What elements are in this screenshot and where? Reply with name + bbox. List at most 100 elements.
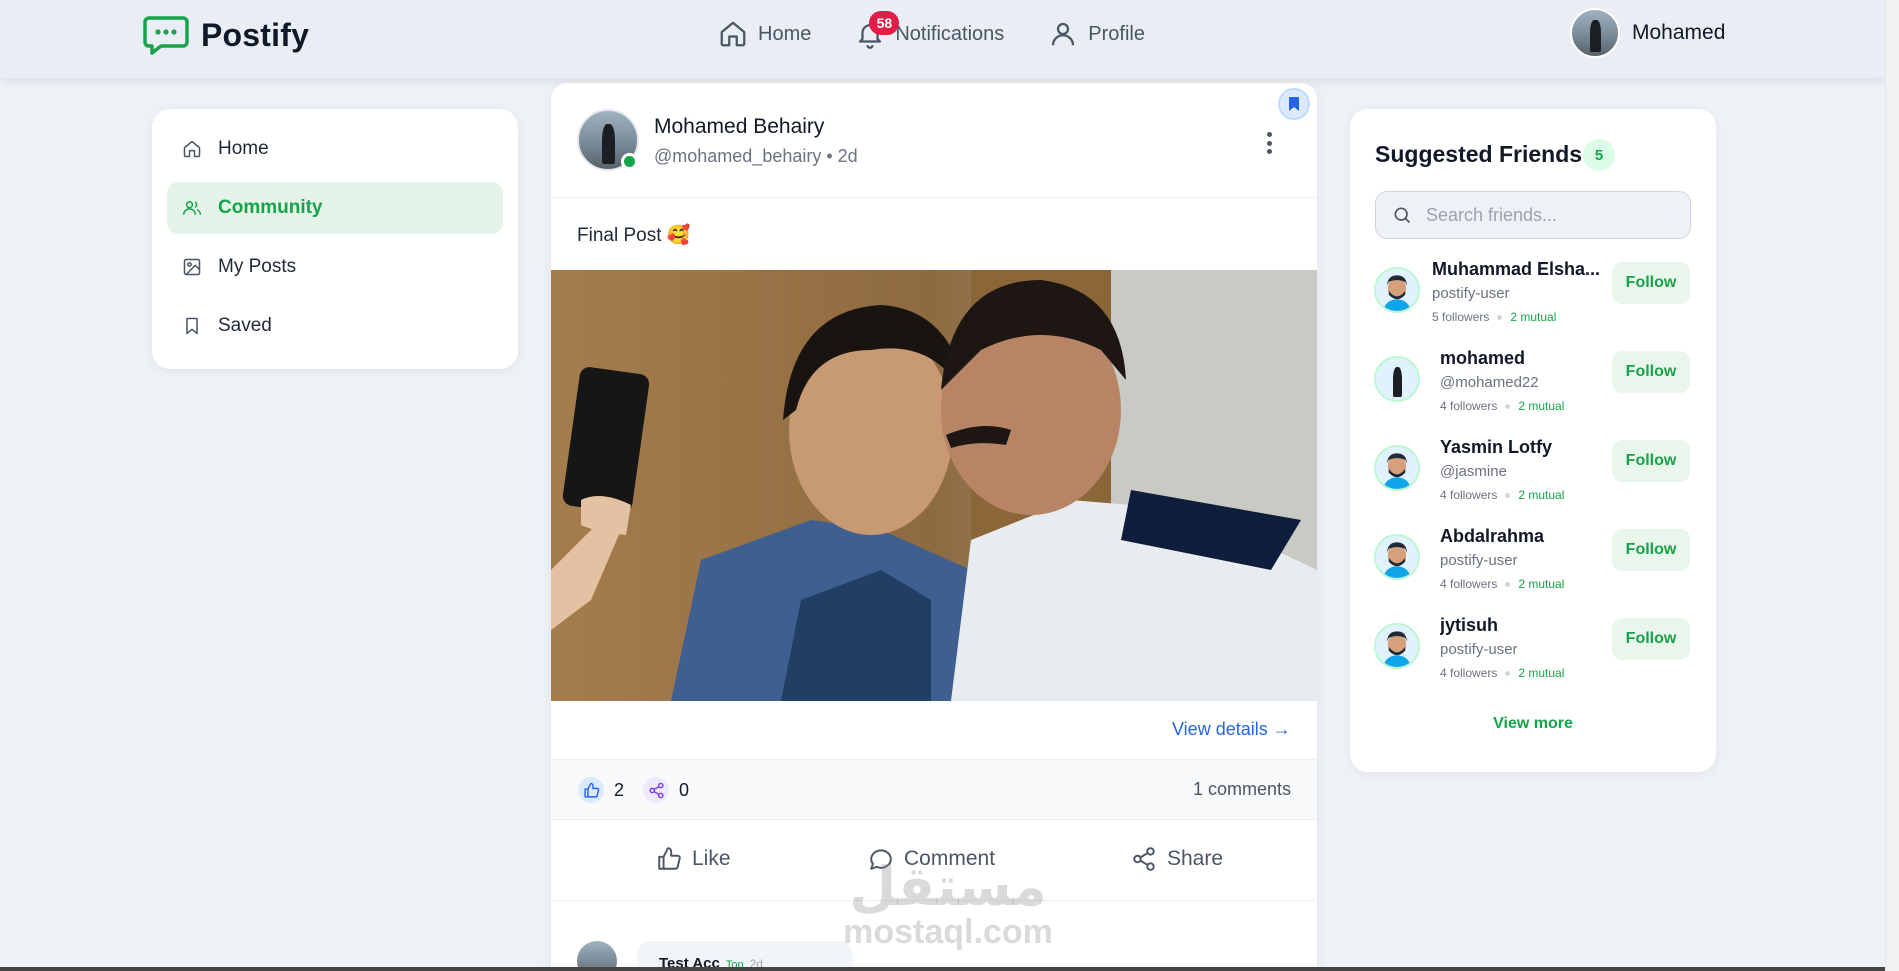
post-author-name[interactable]: Mohamed Behairy: [654, 115, 824, 139]
friend-name[interactable]: mohamed: [1440, 348, 1610, 369]
user-avatar: [1570, 8, 1620, 58]
dot-icon: [1266, 140, 1272, 146]
sidebar-item-saved[interactable]: Saved: [167, 300, 503, 352]
bitmoji-avatar: [1376, 536, 1418, 578]
friend-name[interactable]: Muhammad Elsha...: [1432, 259, 1610, 280]
home-icon: [720, 21, 746, 47]
followers-count: 4 followers: [1440, 577, 1498, 591]
followers-count: 5 followers: [1432, 310, 1490, 324]
nav-home-label: Home: [758, 22, 812, 45]
share-icon: [1133, 847, 1155, 871]
comments-count[interactable]: 1 comments: [1193, 779, 1291, 800]
shares-count: 0: [679, 779, 690, 800]
followers-count: 4 followers: [1440, 399, 1498, 413]
bottom-divider: [0, 967, 1885, 971]
share-icon: [643, 777, 669, 803]
post-stats: 2 0 1 comments: [551, 759, 1317, 820]
like-button[interactable]: Like: [656, 846, 731, 872]
friend-handle: postify-user: [1432, 285, 1510, 302]
bookmark-icon: [186, 317, 198, 335]
nav-profile-label: Profile: [1088, 22, 1145, 45]
dot-icon: [1266, 149, 1272, 154]
follow-button[interactable]: Follow: [1612, 529, 1690, 571]
like-label: Like: [692, 847, 731, 870]
view-details-link[interactable]: View details →: [1172, 719, 1291, 740]
home-icon: [183, 140, 201, 158]
sidebar-item-home[interactable]: Home: [167, 123, 503, 175]
follow-button[interactable]: Follow: [1612, 440, 1690, 482]
top-navbar: Postify Home 58 Notifications Profile Mo…: [0, 0, 1885, 78]
online-status-dot: [621, 153, 638, 170]
view-more-link[interactable]: View more: [1350, 715, 1716, 733]
friend-avatar[interactable]: [1374, 445, 1420, 491]
sidebar-item-my-posts[interactable]: My Posts: [167, 241, 503, 293]
post-text: Final Post 🥰: [577, 225, 691, 246]
comment-icon: [870, 849, 892, 870]
friend-meta: 4 followers 2 mutual: [1440, 399, 1564, 413]
post-author-meta: @mohamed_behairy • 2d: [654, 146, 858, 166]
share-label: Share: [1167, 847, 1224, 870]
left-sidebar: Home Community My Posts Saved: [152, 109, 518, 369]
friend-handle: postify-user: [1440, 552, 1518, 569]
bitmoji-avatar: [1376, 269, 1418, 311]
follow-button[interactable]: Follow: [1612, 351, 1690, 393]
post-header: Mohamed Behairy @mohamed_behairy • 2d: [551, 83, 1317, 198]
friend-search-input[interactable]: [1426, 204, 1666, 226]
separator-dot: [1505, 403, 1511, 409]
nav-notifications[interactable]: 58 Notifications: [855, 11, 1004, 49]
app-name: Postify: [201, 16, 310, 53]
nav-home[interactable]: Home: [718, 19, 811, 49]
search-icon: [1394, 207, 1411, 224]
mutual-count: 2 mutual: [1518, 399, 1565, 413]
separator-dot: [1505, 581, 1511, 587]
mutual-count: 2 mutual: [1518, 488, 1565, 502]
friend-name[interactable]: Yasmin Lotfy: [1440, 437, 1610, 458]
friend-item: mohamed @mohamed22 4 followers 2 mutual F…: [1374, 348, 1692, 428]
user-menu[interactable]: Mohamed: [1570, 8, 1725, 58]
friend-meta: 4 followers 2 mutual: [1440, 488, 1564, 502]
friend-item: Yasmin Lotfy @jasmine 4 followers 2 mutua…: [1374, 437, 1692, 517]
sidebar-item-community[interactable]: Community: [167, 182, 503, 234]
followers-count: 4 followers: [1440, 666, 1498, 680]
user-icon: [1052, 22, 1075, 46]
share-button[interactable]: Share: [1131, 846, 1223, 872]
friend-meta: 4 followers 2 mutual: [1440, 577, 1564, 591]
bookmark-icon: [1289, 97, 1299, 111]
save-post-button[interactable]: [1278, 88, 1310, 120]
friend-name[interactable]: jytisuh: [1440, 615, 1610, 636]
app-logo[interactable]: Postify: [143, 14, 309, 56]
follow-button[interactable]: Follow: [1612, 618, 1690, 660]
thumbs-up-icon: [578, 777, 604, 803]
nav-profile[interactable]: Profile: [1048, 19, 1145, 49]
post-options-button[interactable]: [1259, 129, 1279, 157]
page-scrollbar[interactable]: [1885, 0, 1899, 971]
separator-dot: [1497, 314, 1503, 320]
post-actions: Like Comment Share: [551, 821, 1317, 901]
friend-avatar[interactable]: [1374, 267, 1420, 313]
post-card: Mohamed Behairy @mohamed_behairy • 2d Fi…: [551, 83, 1317, 971]
suggested-friends-count: 5: [1583, 139, 1615, 171]
post-photo: [551, 270, 1317, 701]
bitmoji-avatar: [1376, 625, 1418, 667]
main-nav: Home 58 Notifications Profile: [718, 11, 1145, 49]
post-image[interactable]: [551, 270, 1317, 701]
shares-stat[interactable]: 0: [643, 777, 689, 803]
image-icon: [183, 258, 201, 276]
likes-count: 2: [614, 779, 625, 800]
likes-stat[interactable]: 2: [578, 777, 624, 803]
suggested-friends-panel: Suggested Friends 5 Muhammad Elsha... po…: [1350, 109, 1716, 772]
friend-avatar[interactable]: [1374, 623, 1420, 669]
friend-handle: @jasmine: [1440, 463, 1507, 480]
bitmoji-avatar: [1376, 447, 1418, 489]
chat-logo-icon: [143, 16, 189, 55]
separator-dot: [1505, 492, 1511, 498]
friend-search: [1375, 191, 1691, 239]
friend-avatar[interactable]: [1374, 534, 1420, 580]
friend-name[interactable]: Abdalrahma: [1440, 526, 1610, 547]
follow-button[interactable]: Follow: [1612, 262, 1690, 304]
friend-item: Muhammad Elsha... postify-user 5 followe…: [1374, 259, 1692, 339]
sidebar-item-label: Saved: [218, 315, 272, 336]
friend-avatar[interactable]: [1374, 356, 1420, 402]
comment-button[interactable]: Comment: [868, 846, 995, 872]
sidebar-item-label: Home: [218, 138, 269, 159]
